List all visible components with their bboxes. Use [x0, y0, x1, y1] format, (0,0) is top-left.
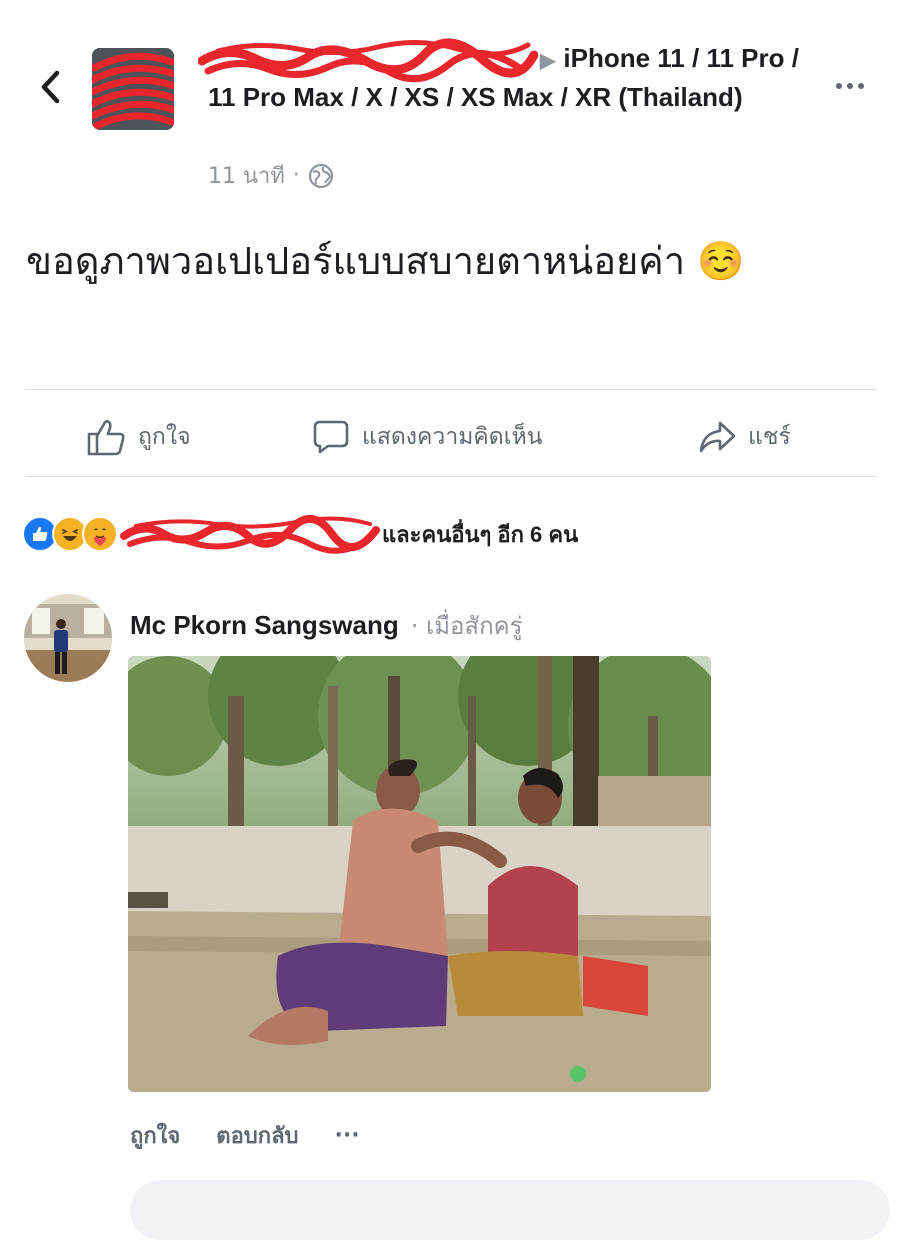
- care-reaction-icon: [82, 516, 118, 552]
- reactions-count-text: และคนอื่นๆ อีก 6 คน: [382, 521, 579, 547]
- post-timestamp[interactable]: 11 นาที: [208, 158, 285, 193]
- like-button[interactable]: ถูกใจ: [86, 408, 191, 466]
- post-meta: 11 นาที ·: [208, 158, 334, 193]
- back-button[interactable]: [30, 62, 70, 112]
- meta-separator: ·: [292, 163, 300, 188]
- share-button[interactable]: แชร์: [698, 408, 791, 466]
- chevron-left-icon: [41, 70, 60, 104]
- comment-bubble-icon: [313, 420, 349, 454]
- redaction-scribble: [92, 48, 174, 130]
- comment-reply-button[interactable]: ตอบกลับ: [216, 1118, 298, 1153]
- divider: [26, 476, 876, 477]
- comment-composer[interactable]: [130, 1180, 890, 1240]
- comment-header: Mc Pkorn Sangswang · เมื่อสักครู่: [130, 606, 523, 645]
- redacted-reactor-names[interactable]: [120, 515, 380, 554]
- comment-actions: ถูกใจ ตอบกลับ ···: [130, 1118, 360, 1153]
- more-options-button[interactable]: [828, 66, 872, 106]
- comment-author-name[interactable]: Mc Pkorn Sangswang: [130, 610, 399, 641]
- more-horizontal-icon: [847, 83, 853, 89]
- group-avatar[interactable]: [92, 48, 174, 130]
- commenter-avatar[interactable]: [24, 594, 112, 682]
- like-label: ถูกใจ: [138, 424, 191, 450]
- arrow-right-icon: ▶: [540, 50, 556, 72]
- more-horizontal-icon: [858, 83, 864, 89]
- share-label: แชร์: [748, 424, 791, 450]
- comment-label: แสดงความคิดเห็น: [362, 424, 543, 450]
- thumbs-up-icon: [87, 420, 125, 456]
- reactions-summary[interactable]: และคนอื่นๆ อีก 6 คน: [22, 512, 578, 556]
- comment-more-button[interactable]: ···: [335, 1123, 360, 1148]
- comment-photo[interactable]: [128, 656, 711, 1092]
- redacted-poster-name[interactable]: [198, 38, 538, 83]
- divider: [26, 389, 876, 390]
- comment-button[interactable]: แสดงความคิดเห็น: [312, 408, 542, 466]
- comment-like-button[interactable]: ถูกใจ: [130, 1118, 180, 1153]
- globe-icon: [308, 163, 333, 188]
- post-action-bar: ถูกใจ แสดงความคิดเห็น แชร์: [26, 408, 876, 466]
- comment-timestamp: · เมื่อสักครู่: [410, 612, 523, 640]
- post-header-title: ▶ iPhone 11 / 11 Pro / 11 Pro Max / X / X…: [198, 38, 808, 115]
- share-arrow-icon: [699, 421, 736, 453]
- more-horizontal-icon: [836, 83, 842, 89]
- post-body-text: ขอดูภาพวอเปเปอร์แบบสบายตาหน่อยค่า ☺️: [26, 239, 745, 283]
